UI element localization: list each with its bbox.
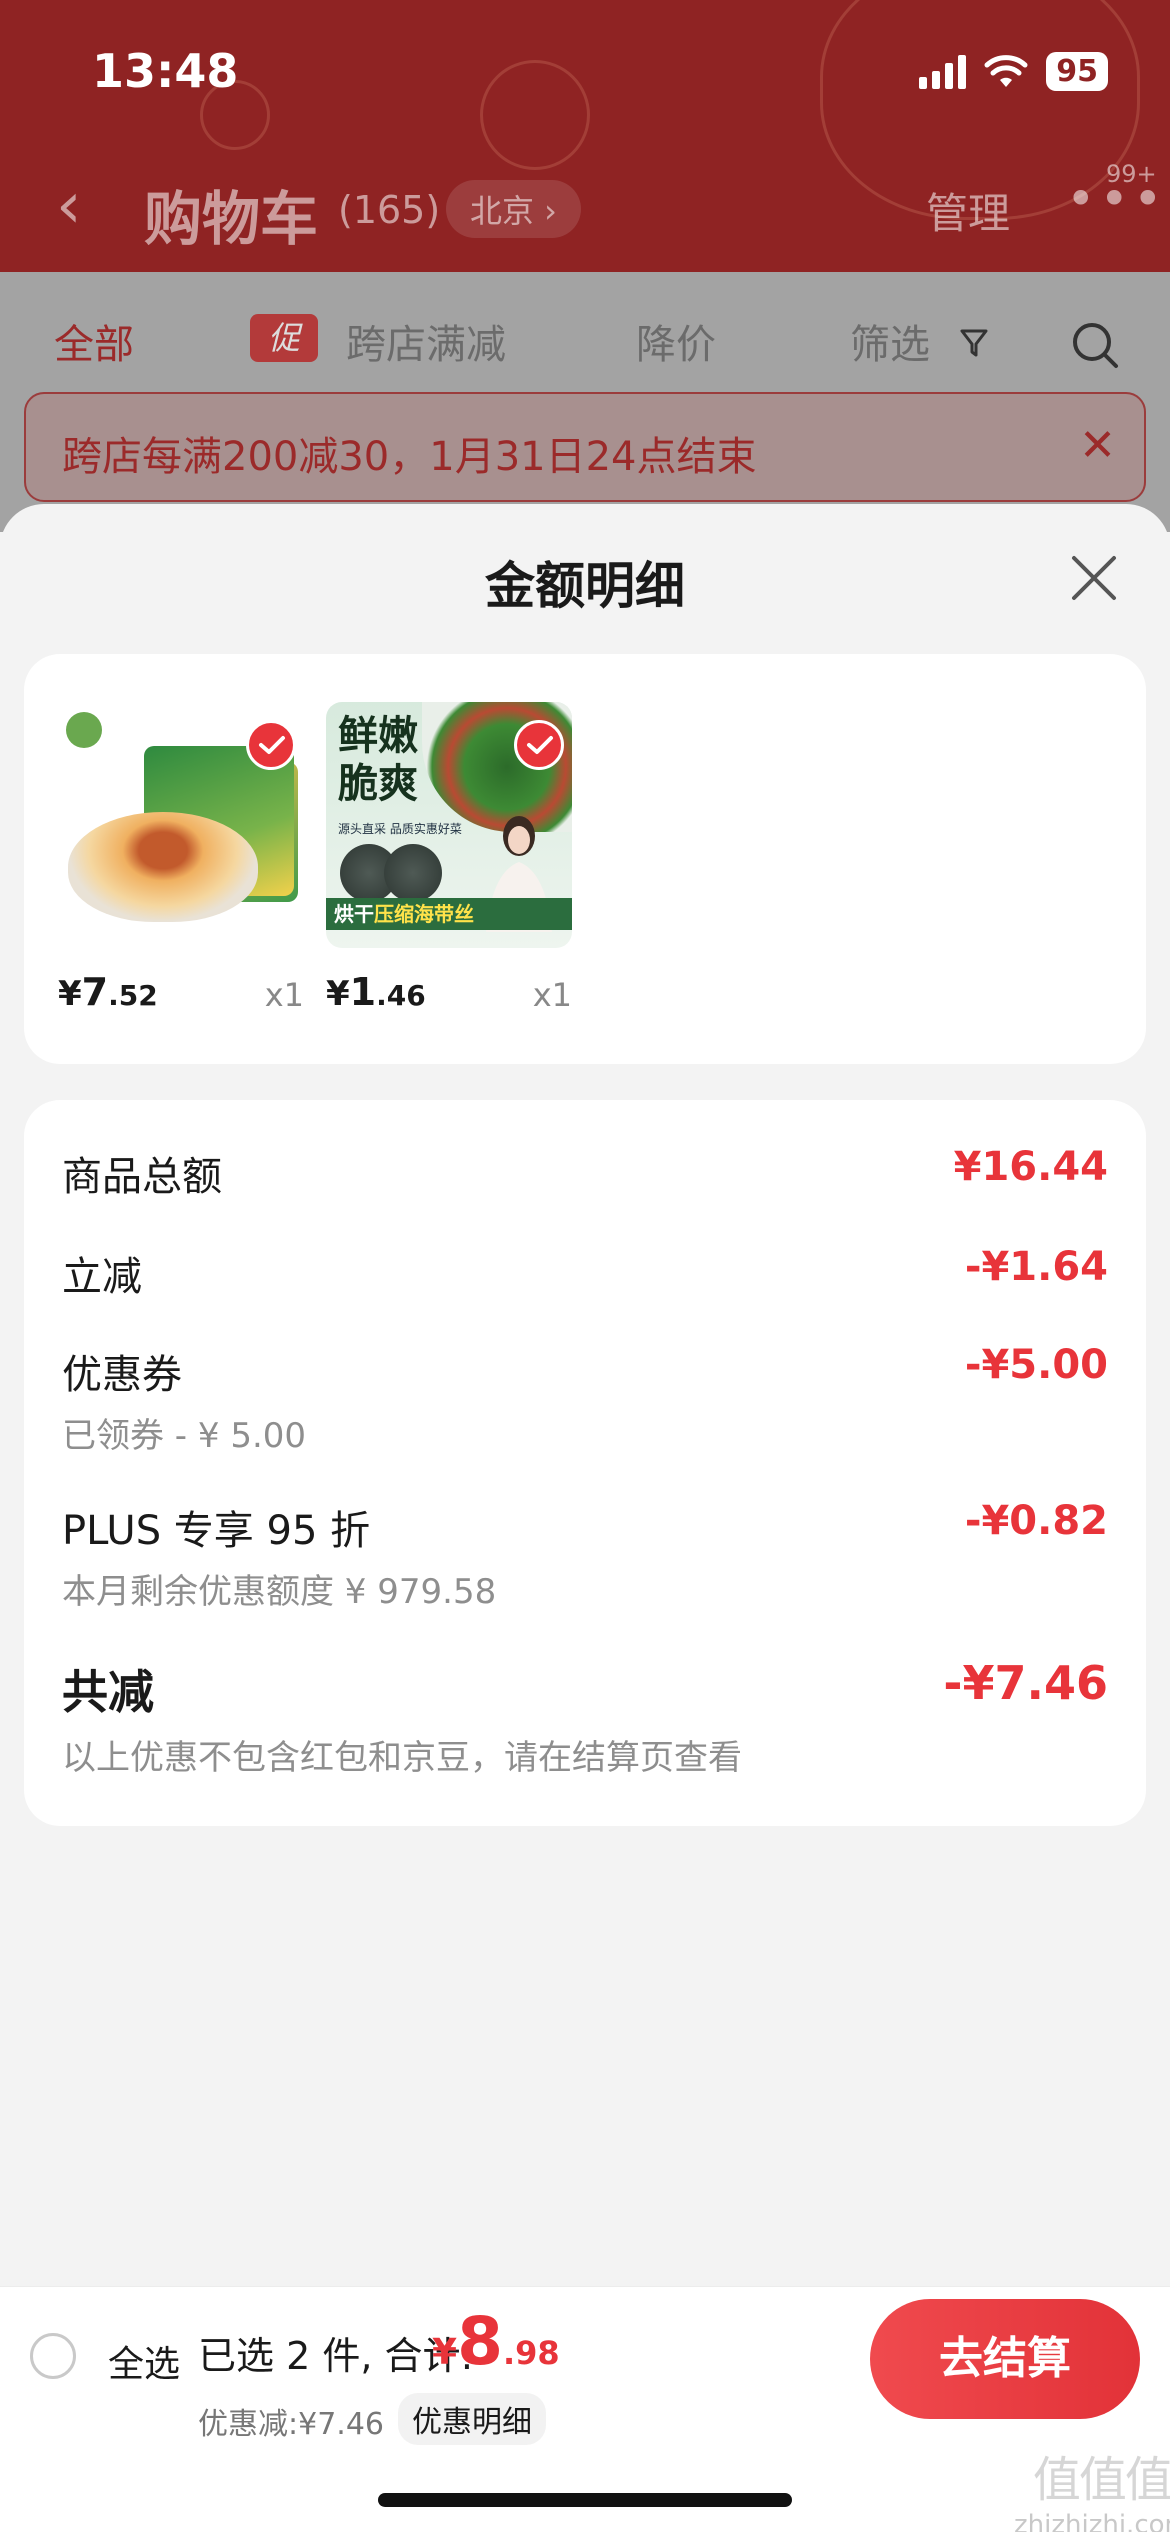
- checkout-bar: 全选 已选 2 件, 合计: ¥8.98 优惠减:¥7.46 优惠明细 去结算: [0, 2286, 1170, 2532]
- close-icon[interactable]: ✕: [1079, 420, 1116, 471]
- total-discount-note: 以上优惠不包含红包和京豆，请在结算页查看: [62, 1738, 742, 1778]
- price-summary-card: 商品总额 ¥16.44 立减 -¥1.64 优惠券 已领券 - ¥ 5.00 -…: [24, 1100, 1146, 1826]
- wifi-icon: [984, 54, 1028, 87]
- manage-button[interactable]: 管理: [926, 180, 1010, 241]
- brand-logo: [66, 712, 102, 748]
- tab-cross-store-discount[interactable]: 跨店满减: [346, 312, 506, 370]
- total-discount-value: -¥7.46: [943, 1656, 1108, 1710]
- back-icon[interactable]: ‹: [56, 174, 82, 238]
- product-quantity: x1: [532, 976, 572, 1014]
- product-quantity: x1: [264, 976, 304, 1014]
- product-tagline: 源头直采 品质实惠好菜: [338, 822, 462, 836]
- watermark: 值值值 zhizhizhi.com: [1014, 2440, 1170, 2532]
- product-image: 鲜嫩脆爽 源头直采 品质实惠好菜 烘干压缩海带丝: [326, 702, 572, 948]
- close-icon[interactable]: [1066, 550, 1122, 606]
- product-headline: 鲜嫩脆爽: [338, 713, 418, 807]
- cart-nav-bar: ‹ 购物车 (165) 北京 › 管理 ••• 99+: [0, 160, 1170, 253]
- message-badge: 99+: [1106, 160, 1157, 188]
- selected-products-card: ¥7.52 x1 鲜嫩脆爽 源头直采 品质实惠好菜 烘干压缩海带丝 ¥1.46 …: [24, 654, 1146, 1064]
- status-time: 13:48: [92, 44, 239, 98]
- seaweed-disc-image: [384, 844, 442, 902]
- checkout-button[interactable]: 去结算: [870, 2299, 1140, 2419]
- promo-banner-text: 跨店每满200减30，1月31日24点结束: [62, 434, 757, 480]
- product-price: ¥1.46: [326, 970, 426, 1014]
- instant-discount-value: -¥1.64: [964, 1244, 1108, 1290]
- filter-icon[interactable]: [960, 328, 988, 358]
- plus-discount-label: PLUS 专享 95 折: [62, 1508, 371, 1554]
- product-item[interactable]: ¥7.52 x1: [58, 702, 304, 1014]
- instant-discount-label: 立减: [62, 1254, 142, 1300]
- promo-tag: 促: [250, 314, 318, 362]
- discount-amount: 优惠减:¥7.46: [198, 2407, 384, 2442]
- checked-icon[interactable]: [246, 720, 296, 770]
- total-price: ¥8.98: [432, 2303, 560, 2380]
- amount-detail-sheet: 金额明细 ¥7.52 x1 鲜嫩脆爽 源头直采 品质实惠好菜 烘干压缩海带丝 ¥…: [0, 504, 1170, 2532]
- goods-total-label: 商品总额: [62, 1154, 222, 1200]
- status-icons: 95: [919, 52, 1108, 91]
- checked-icon[interactable]: [514, 720, 564, 770]
- cart-tabs: 全部 促 跨店满减 降价 筛选: [0, 308, 1170, 378]
- plus-discount-value: -¥0.82: [964, 1498, 1108, 1544]
- tab-all[interactable]: 全部: [54, 312, 134, 370]
- coupon-label: 优惠券: [62, 1352, 182, 1398]
- tab-filter[interactable]: 筛选: [850, 312, 930, 370]
- plus-remaining-quota: 本月剩余优惠额度 ¥ 979.58: [62, 1572, 497, 1612]
- coupon-detail: 已领券 - ¥ 5.00: [62, 1416, 307, 1456]
- sheet-title: 金额明细: [485, 557, 685, 615]
- watermark-site: zhizhizhi.com: [1014, 2510, 1170, 2532]
- search-icon[interactable]: [1070, 320, 1120, 370]
- battery-indicator: 95: [1046, 52, 1108, 91]
- product-image: [58, 702, 304, 948]
- city-selector[interactable]: 北京 ›: [446, 180, 581, 238]
- product-band: 烘干压缩海带丝: [326, 898, 572, 930]
- product-item[interactable]: 鲜嫩脆爽 源头直采 品质实惠好菜 烘干压缩海带丝 ¥1.46 x1: [326, 702, 572, 1014]
- home-indicator: [378, 2493, 792, 2507]
- select-all-checkbox[interactable]: [30, 2333, 76, 2379]
- total-discount-label: 共减: [62, 1665, 154, 1719]
- product-price: ¥7.52: [58, 970, 158, 1014]
- select-all-label[interactable]: 全选: [108, 2335, 180, 2387]
- cellular-signal-icon: [919, 54, 967, 89]
- watermark-logo: 值值值: [1032, 2452, 1170, 2508]
- cart-filter-area: 全部 促 跨店满减 降价 筛选 跨店每满200减30，1月31日24点结束 ✕: [0, 272, 1170, 532]
- coupon-value: -¥5.00: [964, 1342, 1108, 1388]
- tab-price-drop[interactable]: 降价: [636, 312, 716, 370]
- promo-banner: 跨店每满200减30，1月31日24点结束 ✕: [24, 392, 1146, 502]
- discount-detail-button[interactable]: 优惠明细: [398, 2393, 546, 2445]
- firework-decoration: [480, 60, 590, 170]
- noodle-bowl-image: [68, 812, 258, 922]
- page-title: 购物车: [144, 185, 319, 253]
- cart-count: (165): [338, 188, 441, 232]
- goods-total-value: ¥16.44: [953, 1144, 1108, 1190]
- cart-header-background: 13:48 95 ‹ 购物车 (165) 北京 › 管理 ••• 99+: [0, 0, 1170, 272]
